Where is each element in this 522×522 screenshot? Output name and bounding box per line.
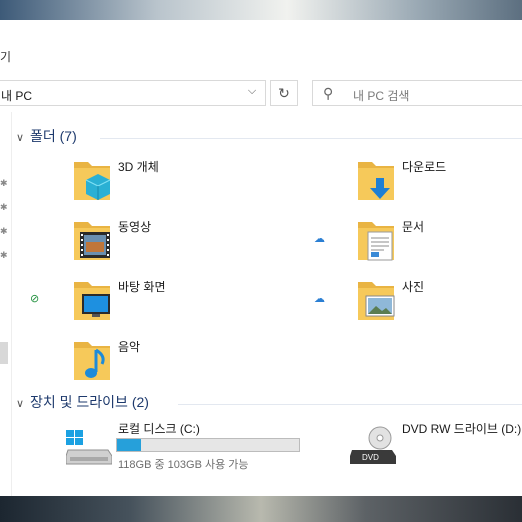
chevron-down-icon: ∨ — [16, 398, 25, 410]
drive-label: DVD RW 드라이브 (D:) — [402, 422, 522, 436]
folder-item-videos[interactable]: 동영상 — [72, 216, 272, 266]
drive-item-d[interactable]: DVD DVD RW 드라이브 (D:) — [350, 420, 522, 470]
folder-item-music[interactable]: 음악 — [72, 336, 272, 386]
chevron-down-icon: ∨ — [16, 132, 25, 144]
pin-icon: ✱ — [0, 178, 8, 188]
address-bar[interactable]: 내 PC ⌵ — [0, 80, 266, 106]
3d-objects-folder-icon — [74, 162, 111, 200]
search-box[interactable]: ⚲ 내 PC 검색 — [312, 80, 522, 106]
videos-folder-icon — [74, 222, 110, 260]
folder-label: 문서 — [402, 220, 425, 234]
drive-label: 로컬 디스크 (C:) — [118, 422, 200, 436]
dvd-drive-icon: DVD — [350, 426, 396, 464]
folder-item-desktop[interactable]: 바탕 화면 — [72, 276, 272, 326]
windows-drive-icon — [66, 430, 112, 465]
folder-item-downloads[interactable]: 다운로드 — [356, 156, 522, 206]
folder-label: 사진 — [402, 280, 425, 294]
group-divider — [178, 404, 522, 405]
folder-label: 바탕 화면 — [118, 280, 166, 294]
nav-selected-item[interactable] — [0, 342, 8, 364]
ribbon-view-tab[interactable]: 기 — [0, 48, 11, 65]
desktop-wallpaper-top — [0, 0, 522, 20]
pin-icon: ✱ — [0, 226, 8, 236]
downloads-folder-icon — [358, 162, 394, 200]
drive-usage-fill — [117, 439, 141, 451]
search-icon: ⚲ — [323, 85, 334, 101]
desktop-folder-icon — [74, 282, 110, 320]
folder-item-pictures[interactable]: 사진 — [356, 276, 522, 326]
folder-item-documents[interactable]: 문서 — [356, 216, 522, 266]
address-path: 내 PC — [1, 89, 33, 103]
documents-folder-icon — [358, 222, 394, 261]
folder-label: 음악 — [118, 340, 141, 354]
drive-usage-bar — [116, 438, 300, 452]
drive-item-c[interactable]: 로컬 디스크 (C:) 118GB 중 103GB 사용 가능 — [66, 420, 306, 471]
desktop-wallpaper-bottom — [0, 496, 522, 522]
drive-free-space: 118GB 중 103GB 사용 가능 — [118, 459, 249, 471]
synced-check-icon: ⊘ — [30, 293, 40, 305]
group-header-folders[interactable]: ∨ 폴더 (7) — [16, 126, 77, 146]
pin-icon: ✱ — [0, 250, 8, 260]
pictures-folder-icon — [358, 282, 395, 320]
group-divider — [100, 138, 522, 139]
navigation-bar: 내 PC ⌵ ↻ ⚲ 내 PC 검색 — [0, 80, 522, 110]
folder-label: 동영상 — [118, 220, 152, 234]
svg-text:DVD: DVD — [362, 453, 379, 462]
folder-label: 다운로드 — [402, 160, 447, 174]
cloud-icon: ☁ — [314, 293, 325, 305]
file-explorer-window: 기 내 PC ⌵ ↻ ⚲ 내 PC 검색 ✱ ✱ ✱ ✱ ∨ 폴더 (7) 3D … — [0, 20, 522, 496]
group-title: 폴더 (7) — [30, 128, 77, 144]
search-placeholder: 내 PC 검색 — [353, 89, 410, 103]
navigation-pane: ✱ ✱ ✱ ✱ — [0, 112, 12, 496]
chevron-down-icon[interactable]: ⌵ — [245, 85, 259, 101]
group-header-drives[interactable]: ∨ 장치 및 드라이브 (2) — [16, 392, 149, 412]
cloud-icon: ☁ — [314, 233, 325, 245]
pin-icon: ✱ — [0, 202, 8, 212]
music-folder-icon — [74, 342, 110, 380]
group-title: 장치 및 드라이브 (2) — [30, 394, 149, 410]
refresh-icon[interactable]: ↻ — [270, 80, 298, 106]
folder-label: 3D 개체 — [118, 160, 159, 174]
folder-item-3d-objects[interactable]: 3D 개체 — [72, 156, 272, 206]
